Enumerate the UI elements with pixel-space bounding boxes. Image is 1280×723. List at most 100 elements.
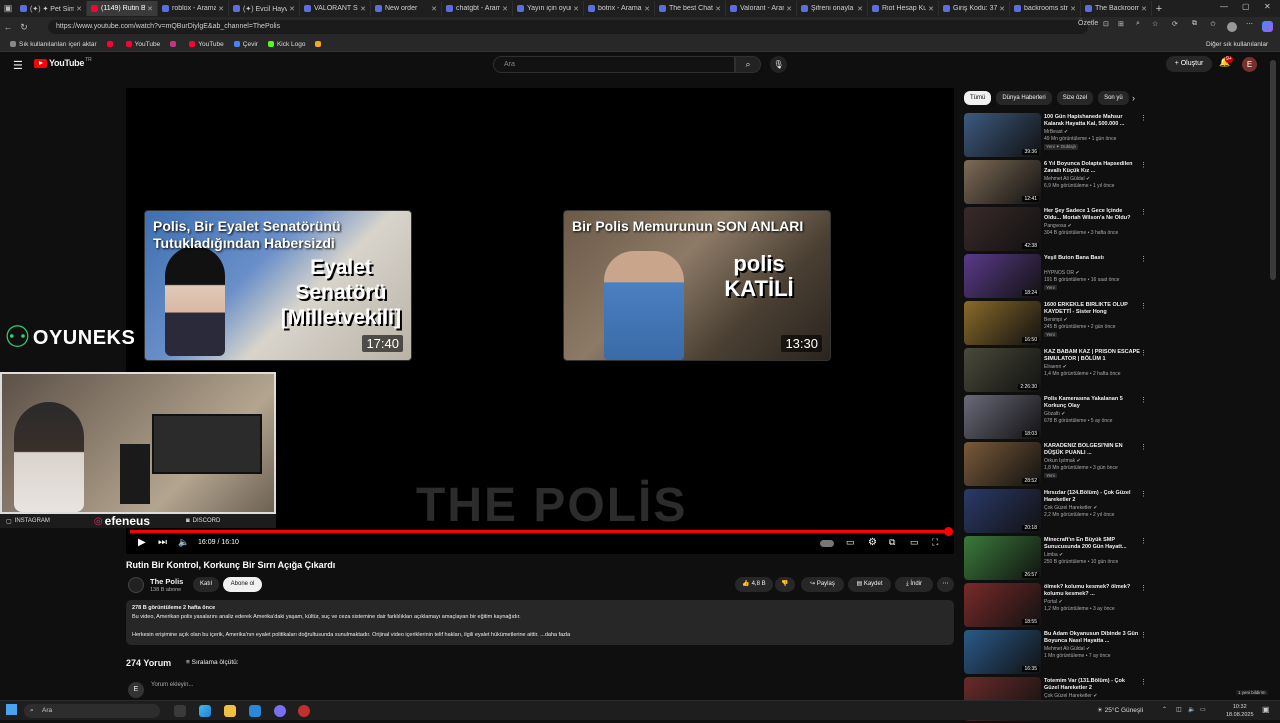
search-button[interactable]: ⌕ bbox=[735, 56, 761, 73]
search-input[interactable]: Ara bbox=[493, 56, 735, 73]
more-vertical-icon[interactable]: ⋮ bbox=[1140, 208, 1147, 216]
back-icon[interactable]: ← bbox=[0, 22, 16, 32]
summarize-button[interactable]: Özetle bbox=[1078, 20, 1098, 27]
bookmark-item[interactable]: Sık kullanılanları içeri aktar bbox=[10, 41, 97, 48]
share-button[interactable]: ↪ Paylaş bbox=[801, 577, 844, 592]
channel-avatar[interactable] bbox=[128, 577, 144, 593]
bookmark-item[interactable] bbox=[106, 41, 116, 47]
close-window-icon[interactable]: ✕ bbox=[1264, 2, 1271, 11]
filter-chip[interactable]: Dünya Haberleri bbox=[996, 91, 1052, 105]
video-title[interactable]: KARADENİZ BÖLGESİ'NİN EN DÜŞÜK PUANLI ..… bbox=[1044, 443, 1140, 457]
video-title[interactable]: KAZ BABAM KAZ | PRISON ESCAPE SIMULATOR … bbox=[1044, 349, 1140, 363]
video-thumbnail[interactable]: 39:36 bbox=[964, 113, 1041, 157]
bookmark-item[interactable]: Çevir bbox=[233, 41, 258, 48]
tab-close-icon[interactable]: ✕ bbox=[573, 5, 579, 13]
video-channel[interactable]: Portal ✔ bbox=[1044, 599, 1063, 605]
comments-sort-button[interactable]: ≡ Sıralama ölçütü: bbox=[186, 659, 239, 666]
video-title[interactable]: Minecraft'ın En Büyük SMP Sunucusunda 20… bbox=[1044, 537, 1140, 551]
bookmark-item[interactable]: YouTube bbox=[125, 41, 160, 48]
video-thumbnail[interactable]: 12:41 bbox=[964, 160, 1041, 204]
voice-search-button[interactable]: 🎙 bbox=[770, 56, 787, 73]
more-vertical-icon[interactable]: ⋮ bbox=[1140, 678, 1147, 686]
recommended-video[interactable]: 20:18 Hırsızlar (124.Bölüm) - Çok Güzel H… bbox=[964, 489, 1154, 535]
join-button[interactable]: Katıl bbox=[193, 577, 219, 592]
endscreen-video-card[interactable]: Polis, Bir Eyalet Senatörünü Tutukladığı… bbox=[144, 210, 412, 361]
page-scrollbar[interactable] bbox=[1270, 60, 1276, 280]
translate-icon[interactable]: ⊞ bbox=[1118, 20, 1124, 28]
zoom-icon[interactable]: ⌕ bbox=[1136, 20, 1140, 28]
tab-close-icon[interactable]: ✕ bbox=[1141, 5, 1147, 13]
play-icon[interactable]: ▶ bbox=[138, 537, 146, 548]
more-actions-button[interactable]: ⋯ bbox=[937, 577, 954, 592]
browser-tab[interactable]: The Backroom ✕ bbox=[1081, 1, 1152, 16]
tab-close-icon[interactable]: ✕ bbox=[857, 5, 863, 13]
recommended-video[interactable]: 28:52 KARADENİZ BÖLGESİ'NİN EN DÜŞÜK PUAN… bbox=[964, 442, 1154, 488]
bookmark-item[interactable] bbox=[315, 41, 324, 47]
browser-tab[interactable]: (1149) Rutin Bi ✕ bbox=[87, 1, 158, 16]
filter-chip[interactable]: Tümü bbox=[964, 91, 992, 105]
tab-close-icon[interactable]: ✕ bbox=[289, 5, 295, 13]
more-vertical-icon[interactable]: ⋮ bbox=[1140, 396, 1147, 404]
video-channel[interactable]: Orkun Işıtmak ✔ bbox=[1044, 458, 1081, 464]
favorites-icon[interactable]: ✩ bbox=[1210, 20, 1216, 28]
recommended-video[interactable]: 18:24 Yeşil Buton Bana Bastı HYPNOS OR ✔ 19… bbox=[964, 254, 1154, 300]
more-vertical-icon[interactable]: ⋮ bbox=[1140, 490, 1147, 498]
store-icon[interactable] bbox=[249, 705, 261, 717]
windows-start-icon[interactable] bbox=[6, 704, 17, 715]
url-input[interactable]: https://www.youtube.com/watch?v=mQBurDiy… bbox=[48, 20, 1088, 34]
recommended-video[interactable]: 16:50 1600 ERKEKLE BİRLİKTE OLUP KAYDETTİ… bbox=[964, 301, 1154, 347]
filter-chip[interactable]: Son yü bbox=[1098, 91, 1129, 105]
tray-chevron-icon[interactable]: ⌃ bbox=[1162, 706, 1167, 713]
refresh-extension-icon[interactable]: ⟳ bbox=[1172, 20, 1178, 28]
video-thumbnail[interactable]: 20:18 bbox=[964, 489, 1041, 533]
tab-close-icon[interactable]: ✕ bbox=[502, 5, 508, 13]
video-title[interactable]: Totemim Var (131.Bölüm) - Çok Güzel Hare… bbox=[1044, 678, 1140, 692]
more-vertical-icon[interactable]: ⋮ bbox=[1140, 161, 1147, 169]
video-thumbnail[interactable]: 16:50 bbox=[964, 301, 1041, 345]
download-button[interactable]: ⤓ İndir bbox=[895, 577, 933, 592]
video-description[interactable]: 278 B görüntüleme 2 hafta önce Bu video,… bbox=[126, 600, 954, 645]
recommended-video[interactable]: 16:35 Bu Adam Okyanusun Dibinde 3 Gün Boy… bbox=[964, 630, 1154, 676]
task-view-icon[interactable] bbox=[174, 705, 186, 717]
read-aloud-icon[interactable]: ⊡ bbox=[1103, 20, 1109, 28]
browser-tab[interactable]: botrix - Arama ✕ bbox=[584, 1, 655, 16]
bookmark-item[interactable] bbox=[170, 41, 179, 47]
browser-tab[interactable]: (✦) ✦ Pet Sim ✕ bbox=[16, 1, 87, 16]
browser-tab[interactable]: New order ✕ bbox=[371, 1, 442, 16]
video-channel[interactable]: Gözaltı ✔ bbox=[1044, 411, 1065, 417]
youtube-logo[interactable]: YouTube TR bbox=[34, 57, 92, 68]
video-channel[interactable]: Çok Güzel Hareketler ✔ bbox=[1044, 505, 1097, 511]
progress-bar[interactable] bbox=[130, 527, 954, 536]
tab-actions-icon[interactable]: ▣ bbox=[0, 3, 16, 14]
video-title[interactable]: Hırsızlar (124.Bölüm) - Çok Güzel Hareke… bbox=[1044, 490, 1140, 504]
battery-icon[interactable]: ▭ bbox=[1200, 706, 1206, 713]
channel-name[interactable]: The Polis bbox=[150, 577, 183, 586]
account-avatar[interactable]: E bbox=[1242, 57, 1257, 72]
profile-icon[interactable] bbox=[1227, 22, 1237, 32]
recommended-video[interactable]: 42:38 Her Şey Sadece 1 Gece İçinde Oldu..… bbox=[964, 207, 1154, 253]
video-thumbnail[interactable]: 2:26:30 bbox=[964, 348, 1041, 392]
notifications-tray-icon[interactable]: ▣ bbox=[1262, 705, 1270, 714]
maximize-icon[interactable]: ▢ bbox=[1242, 2, 1250, 11]
add-comment-input[interactable]: Yorum ekleyin... bbox=[151, 682, 951, 688]
video-channel[interactable]: Limba ✔ bbox=[1044, 552, 1063, 558]
browser-tab[interactable]: Yayın için oyun ✕ bbox=[513, 1, 584, 16]
minimize-icon[interactable]: — bbox=[1220, 2, 1228, 11]
create-button[interactable]: + Oluştur bbox=[1166, 56, 1212, 72]
network-icon[interactable]: ◫ bbox=[1176, 706, 1182, 713]
save-button[interactable]: ▤ Kaydet bbox=[848, 577, 891, 592]
bookmark-item[interactable]: YouTube bbox=[189, 41, 224, 48]
recommended-video[interactable]: 12:41 6 Yıl Boyunca Dolapta Hapsedilen Za… bbox=[964, 160, 1154, 206]
hamburger-menu-icon[interactable]: ☰ bbox=[13, 59, 23, 72]
tab-close-icon[interactable]: ✕ bbox=[644, 5, 650, 13]
bookmark-item[interactable]: Kick Logo bbox=[267, 41, 305, 48]
video-title[interactable]: 6 Yıl Boyunca Dolapta Hapsedilen Zavallı… bbox=[1044, 161, 1140, 175]
video-title[interactable]: Yeşil Buton Bana Bastı bbox=[1044, 255, 1140, 262]
video-thumbnail[interactable]: 42:38 bbox=[964, 207, 1041, 251]
more-vertical-icon[interactable]: ⋮ bbox=[1140, 114, 1147, 122]
video-title[interactable]: 100 Gün Hapishanede Mahsur Kalarak Hayat… bbox=[1044, 114, 1140, 128]
tab-close-icon[interactable]: ✕ bbox=[999, 5, 1005, 13]
extensions-icon[interactable]: ⧉ bbox=[1192, 20, 1197, 28]
video-thumbnail[interactable]: 18:03 bbox=[964, 395, 1041, 439]
tab-close-icon[interactable]: ✕ bbox=[431, 5, 437, 13]
